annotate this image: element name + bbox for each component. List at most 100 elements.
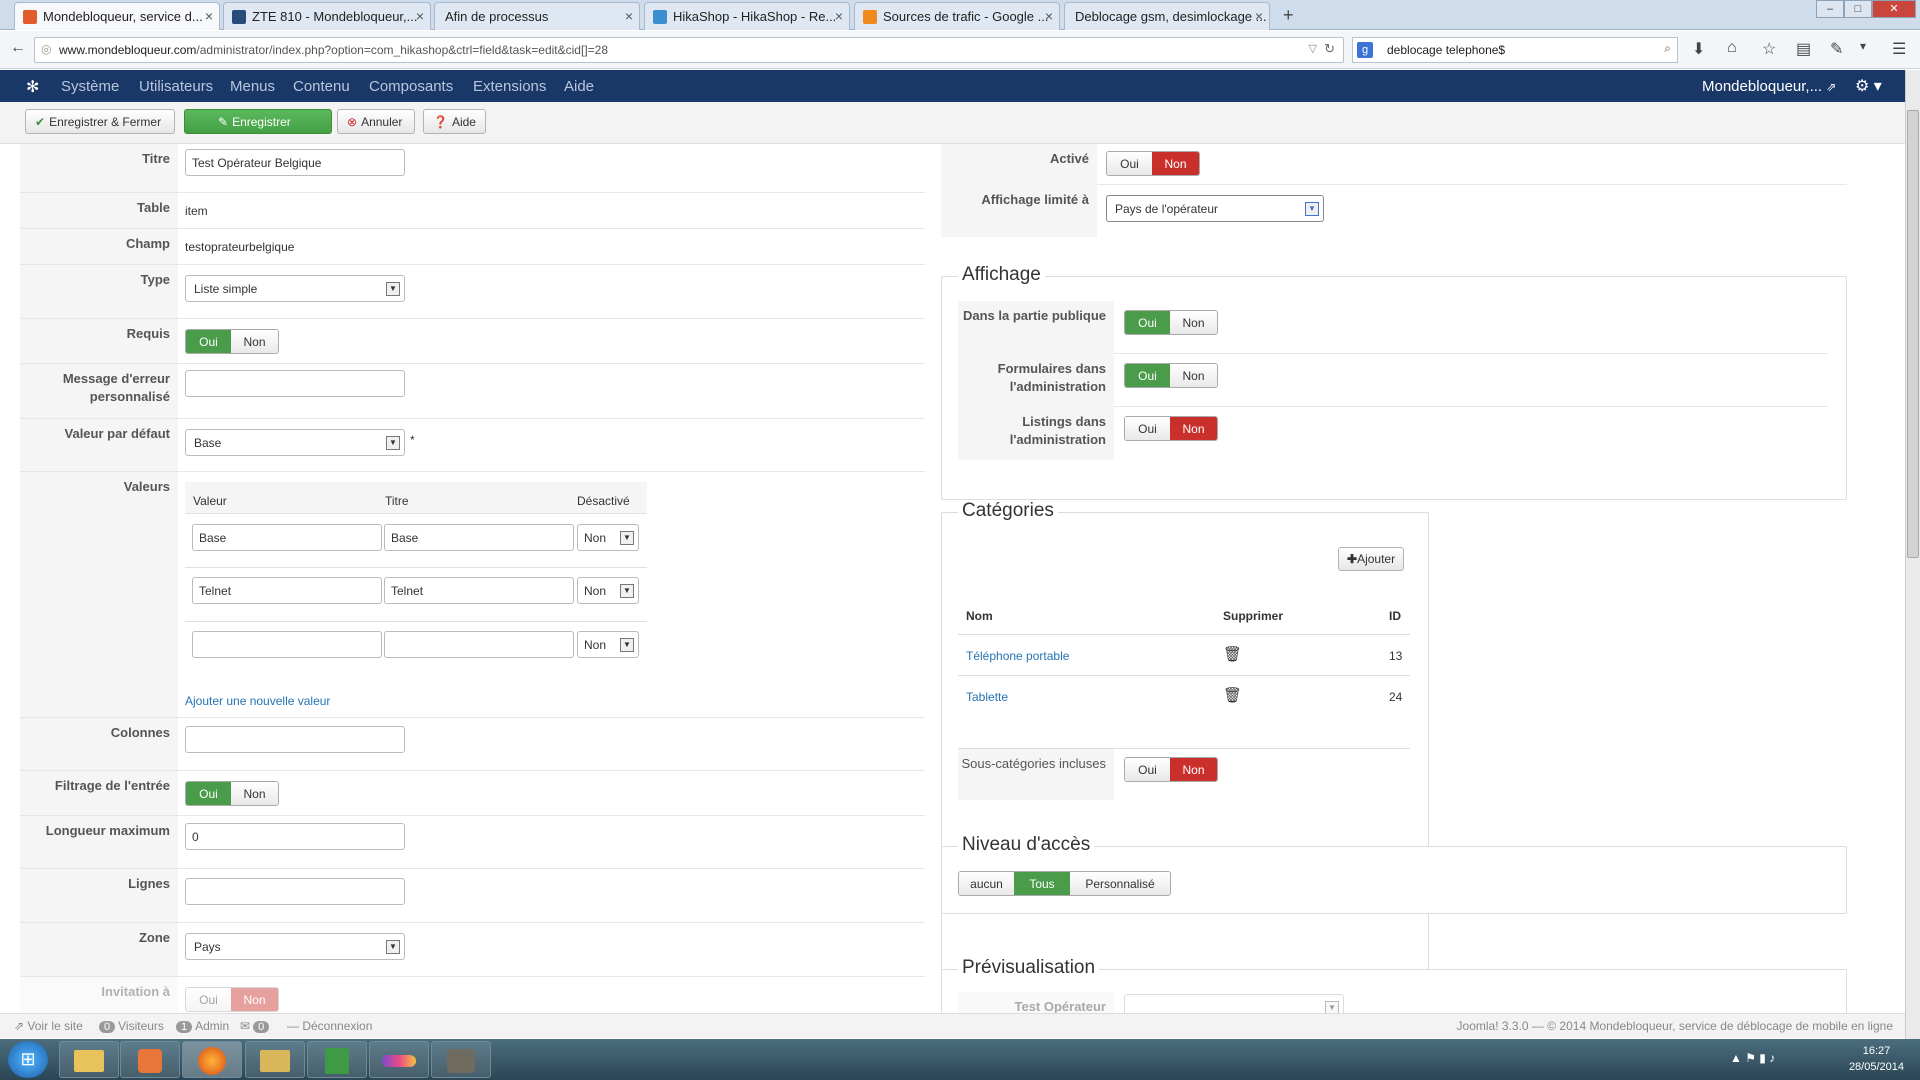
niveau-tous[interactable]: Tous — [1014, 872, 1070, 895]
start-icon[interactable]: ⊞ — [8, 1041, 48, 1078]
filtrage-toggle[interactable]: Oui Non — [185, 781, 279, 806]
filtrage-oui[interactable]: Oui — [186, 782, 231, 805]
address-bar[interactable]: www.mondebloqueur.com/administrator/inde… — [34, 37, 1344, 63]
save-close-button[interactable]: ✔ Enregistrer & Fermer — [25, 109, 175, 134]
view-site-link[interactable]: ⇗ Voir le site — [14, 1019, 83, 1033]
formulaires-oui[interactable]: Oui — [1125, 364, 1170, 387]
invitation-toggle[interactable]: Oui Non — [185, 987, 279, 1012]
scrollbar-thumb[interactable] — [1907, 110, 1919, 558]
site-name-link[interactable]: Mondebloqueur,... ⇗ — [1702, 78, 1836, 95]
invitation-oui[interactable]: Oui — [186, 988, 231, 1011]
category-link[interactable]: Téléphone portable — [966, 649, 1069, 663]
trash-icon[interactable]: 🗑 — [1223, 686, 1242, 704]
tab-close-icon[interactable]: × — [416, 8, 424, 24]
explorer-icon[interactable] — [59, 1041, 119, 1078]
dans-partie-non[interactable]: Non — [1170, 311, 1217, 334]
titre-value-input[interactable] — [384, 631, 574, 658]
folder-icon[interactable] — [245, 1041, 305, 1078]
ajouter-button[interactable]: ✚Ajouter — [1338, 547, 1405, 571]
gimp-icon[interactable] — [431, 1041, 491, 1078]
app-icon[interactable] — [369, 1041, 429, 1078]
menu-contenu[interactable]: Contenu — [293, 78, 350, 95]
menu-utilisateurs[interactable]: Utilisateurs — [139, 78, 213, 95]
valeur-input[interactable]: Base — [192, 524, 382, 551]
tab-close-icon[interactable]: × — [1045, 8, 1053, 24]
browser-tab-4[interactable]: HikaShop - HikaShop - Re... × — [644, 2, 850, 30]
browser-tab-6[interactable]: Deblocage gsm, desimlockage ... × — [1064, 2, 1270, 30]
invitation-non[interactable]: Non — [231, 988, 278, 1011]
search-box[interactable]: g deblocage telephone$ ⌕ — [1352, 37, 1678, 63]
listings-non[interactable]: Non — [1170, 417, 1217, 440]
menu-menus[interactable]: Menus — [230, 78, 275, 95]
requis-non[interactable]: Non — [231, 330, 278, 353]
valeur-input[interactable]: Telnet — [192, 577, 382, 604]
help-button[interactable]: ❓ Aide — [423, 109, 486, 134]
lignes-input[interactable] — [185, 878, 405, 905]
requis-toggle[interactable]: Oui Non — [185, 329, 279, 354]
filtrage-non[interactable]: Non — [231, 782, 278, 805]
browser-tab-1[interactable]: Mondebloqueur, service d... × — [14, 2, 220, 30]
listings-toggle[interactable]: Oui Non — [1124, 416, 1218, 441]
logout-link[interactable]: — Déconnexion — [287, 1019, 372, 1033]
tab-close-icon[interactable]: × — [205, 8, 213, 24]
sous-cat-non[interactable]: Non — [1170, 758, 1217, 781]
defaut-select[interactable]: Base ▼ — [185, 429, 405, 456]
dans-partie-oui[interactable]: Oui — [1125, 311, 1170, 334]
active-toggle[interactable]: Oui Non — [1106, 151, 1200, 176]
desactive-select[interactable]: Non ▼ — [577, 577, 639, 604]
tab-close-icon[interactable]: × — [835, 8, 843, 24]
browser-tab-5[interactable]: Sources de trafic - Google ... × — [854, 2, 1060, 30]
titre-input[interactable]: Test Opérateur Belgique — [185, 149, 405, 176]
active-oui[interactable]: Oui — [1107, 152, 1152, 175]
dans-partie-toggle[interactable]: Oui Non — [1124, 310, 1218, 335]
niveau-aucun[interactable]: aucun — [959, 872, 1014, 895]
formulaires-toggle[interactable]: Oui Non — [1124, 363, 1218, 388]
colonnes-input[interactable] — [185, 726, 405, 753]
titre-value-input[interactable]: Telnet — [384, 577, 574, 604]
tab-close-icon[interactable]: × — [1255, 8, 1263, 24]
type-select[interactable]: Liste simple ▼ — [185, 275, 405, 302]
browser-tab-3[interactable]: Afin de processus × — [434, 2, 640, 30]
longueur-input[interactable]: 0 — [185, 823, 405, 850]
dropdown-icon[interactable]: ▽ — [1309, 42, 1317, 55]
menu-aide[interactable]: Aide — [564, 78, 594, 95]
message-input[interactable] — [185, 370, 405, 397]
menu-composants[interactable]: Composants — [369, 78, 453, 95]
addon-icon[interactable]: ✎ — [1830, 39, 1843, 59]
tray-icons[interactable]: ▲ ⚑ ▮ ♪ — [1730, 1051, 1775, 1065]
tab-close-icon[interactable]: × — [625, 8, 633, 24]
add-value-link[interactable]: Ajouter une nouvelle valeur — [185, 694, 330, 708]
menu-icon[interactable]: ☰ — [1892, 39, 1906, 59]
desactive-select[interactable]: Non ▼ — [577, 631, 639, 658]
affichage-limite-select[interactable]: Pays de l'opérateur ▼ — [1106, 195, 1324, 222]
download-icon[interactable]: ⬇ — [1692, 39, 1705, 59]
reload-icon[interactable]: ↻ — [1324, 41, 1335, 57]
gear-icon[interactable]: ⚙ ▾ — [1855, 76, 1882, 96]
media-player-icon[interactable] — [120, 1041, 180, 1078]
browser-tab-2[interactable]: ZTE 810 - Mondebloqueur,... × — [223, 2, 431, 30]
save-button[interactable]: ✎ Enregistrer — [184, 109, 332, 134]
more-icon[interactable]: ▾ — [1860, 39, 1866, 53]
close-window-icon[interactable]: ✕ — [1872, 0, 1916, 18]
back-icon[interactable]: ← — [10, 39, 26, 57]
menu-systeme[interactable]: Système — [61, 78, 119, 95]
sous-cat-oui[interactable]: Oui — [1125, 758, 1170, 781]
desactive-select[interactable]: Non ▼ — [577, 524, 639, 551]
search-icon[interactable]: ⌕ — [1664, 41, 1671, 56]
niveau-personnalise[interactable]: Personnalisé — [1070, 872, 1170, 895]
spreadsheet-icon[interactable] — [307, 1041, 367, 1078]
valeur-input[interactable] — [192, 631, 382, 658]
listings-oui[interactable]: Oui — [1125, 417, 1170, 440]
trash-icon[interactable]: 🗑 — [1223, 645, 1242, 663]
page-scrollbar[interactable] — [1905, 70, 1920, 1039]
zone-select[interactable]: Pays ▼ — [185, 933, 405, 960]
new-tab-icon[interactable]: + — [1283, 5, 1294, 26]
formulaires-non[interactable]: Non — [1170, 364, 1217, 387]
requis-oui[interactable]: Oui — [186, 330, 231, 353]
bookmark-star-icon[interactable]: ☆ — [1762, 39, 1776, 59]
menu-extensions[interactable]: Extensions — [473, 78, 546, 95]
category-link[interactable]: Tablette — [966, 690, 1008, 704]
niveau-toggle[interactable]: aucun Tous Personnalisé — [958, 871, 1171, 896]
sous-cat-toggle[interactable]: Oui Non — [1124, 757, 1218, 782]
preview-select[interactable]: ▼ — [1124, 994, 1344, 1013]
